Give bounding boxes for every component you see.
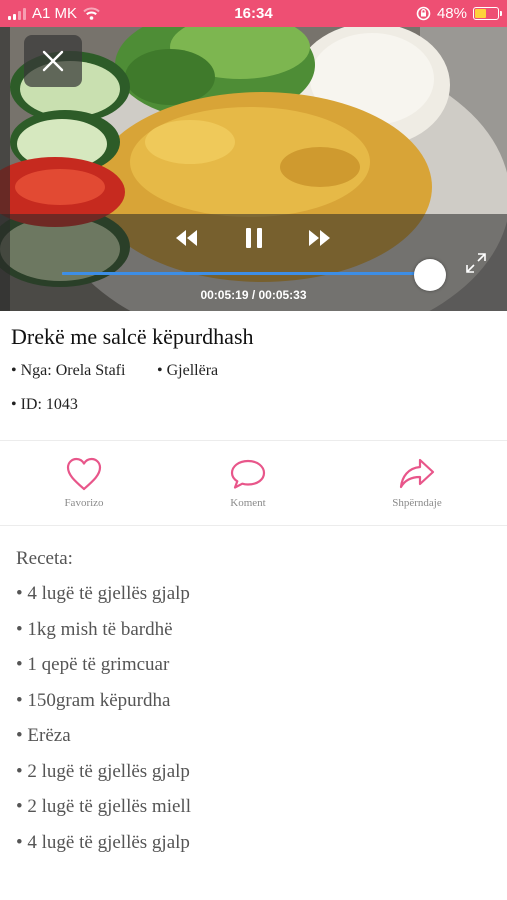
ingredient-item: • 2 lugë të gjellës miell	[16, 796, 191, 817]
ingredient-item: • 1 qepë të grimcuar	[16, 654, 170, 675]
progress-fill	[62, 272, 430, 275]
time-readout: 00:05:19 / 00:05:33	[200, 288, 307, 302]
recipe-heading: Receta:	[16, 548, 73, 569]
favorite-label: Favorizo	[64, 497, 104, 509]
recipe-id: • ID: 1043	[11, 396, 78, 413]
comment-label: Koment	[230, 497, 266, 509]
comment-icon	[230, 459, 266, 489]
recipe-category: • Gjellëra	[157, 362, 219, 379]
rewind-button[interactable]	[169, 225, 203, 251]
close-icon	[42, 50, 64, 72]
ingredient-item: • 4 lugë të gjellës gjalp	[16, 831, 190, 853]
pause-button[interactable]	[237, 225, 271, 251]
share-button[interactable]: Shpërndaje	[367, 456, 467, 509]
recipe-title: Drekë me salcë këpurdhash	[11, 324, 254, 349]
progress-thumb[interactable]	[413, 259, 446, 291]
ingredient-item: • 1kg mish të bardhë	[16, 618, 173, 640]
orientation-lock-icon	[416, 6, 431, 21]
recipe-author: • Nga: Orela Stafi	[11, 362, 126, 379]
ingredient-item: • 150gram këpurdha	[16, 689, 171, 711]
status-right: 48%	[416, 0, 502, 27]
heart-icon	[66, 457, 102, 491]
rewind-icon	[176, 230, 197, 246]
ingredient-item: • Erëza	[16, 725, 71, 746]
fullscreen-button[interactable]	[464, 251, 488, 275]
fast-forward-button[interactable]	[303, 225, 337, 251]
ingredient-item: • 2 lugë të gjellës gjalp	[16, 760, 190, 782]
battery-fill	[475, 9, 486, 18]
fullscreen-icon	[466, 253, 486, 273]
share-label: Shpërndaje	[392, 497, 442, 509]
ingredient-item: • 4 lugë të gjellës gjalp	[16, 583, 190, 604]
status-bar: A1 MK 16:34 48%	[0, 0, 507, 27]
battery-icon	[473, 7, 502, 20]
close-button[interactable]	[24, 35, 82, 87]
favorite-button[interactable]: Favorizo	[34, 456, 134, 509]
recipe-section: Receta: • 4 lugë të gjellës gjalp • 1kg …	[16, 548, 191, 867]
share-icon	[399, 458, 435, 489]
fast-forward-icon	[309, 230, 330, 246]
progress-bar[interactable]	[62, 272, 446, 275]
battery-percent: 48%	[436, 5, 467, 22]
divider	[0, 440, 507, 441]
video-player[interactable]: 00:05:19 / 00:05:33	[0, 27, 507, 311]
comment-button[interactable]: Koment	[198, 456, 298, 509]
divider	[0, 525, 507, 526]
pause-icon	[246, 228, 262, 248]
